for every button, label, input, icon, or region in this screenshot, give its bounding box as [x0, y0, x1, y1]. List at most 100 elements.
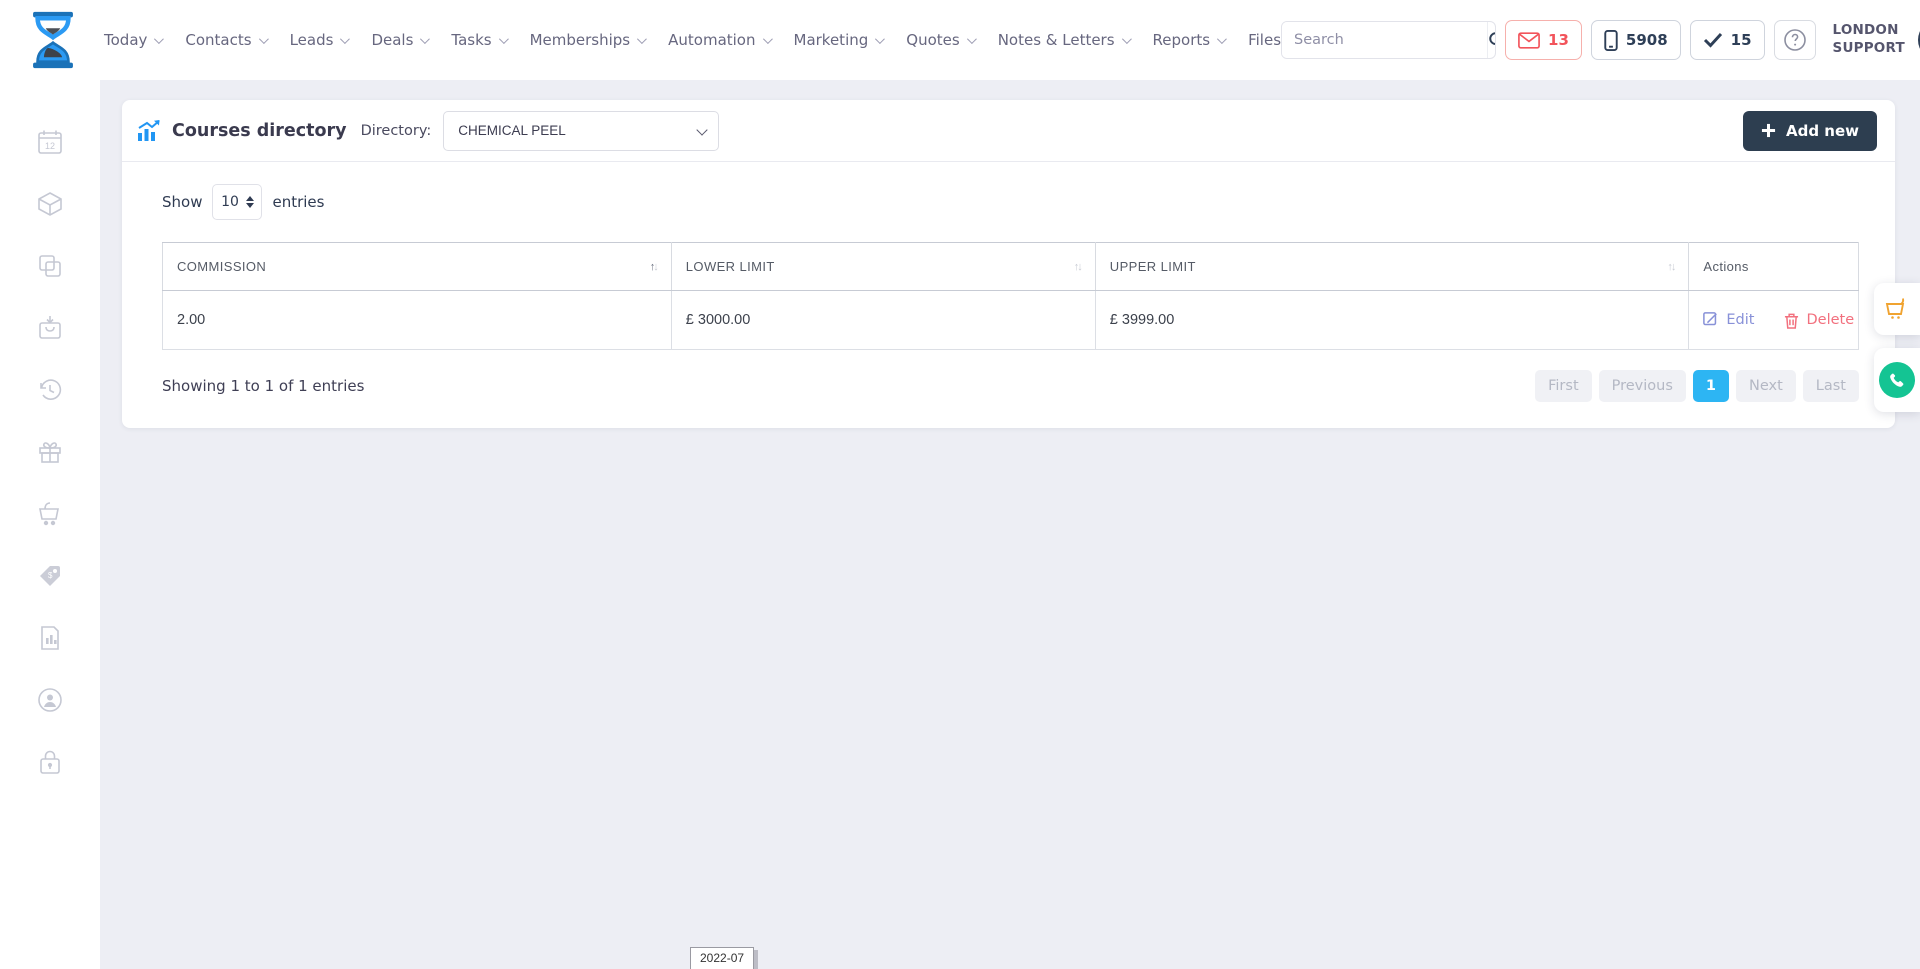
sidebar-item-duplicates[interactable] — [36, 252, 64, 280]
nav-deals[interactable]: Deals — [371, 31, 427, 49]
search-icon[interactable] — [1487, 22, 1496, 58]
column-header-actions: Actions — [1689, 243, 1859, 291]
chevron-down-icon — [420, 34, 430, 44]
sort-icon: ↑↓ — [1667, 261, 1674, 273]
entries-summary: Showing 1 to 1 of 1 entries — [162, 377, 364, 395]
nav-notes-letters[interactable]: Notes & Letters — [998, 31, 1129, 49]
top-navbar: Today Contacts Leads Deals Tasks Members… — [0, 0, 1920, 80]
chevron-down-icon — [637, 34, 647, 44]
history-icon — [37, 377, 63, 403]
chevron-down-icon — [1122, 34, 1132, 44]
pagination-last[interactable]: Last — [1803, 370, 1859, 402]
nav-today[interactable]: Today — [104, 31, 161, 49]
sidebar-item-pricing[interactable]: $ — [36, 562, 64, 590]
card-header: Courses directory Directory: CHEMICAL PE… — [122, 100, 1895, 162]
main-nav: Today Contacts Leads Deals Tasks Members… — [104, 31, 1281, 49]
sidebar-item-account[interactable] — [36, 686, 64, 714]
search-input[interactable] — [1282, 22, 1487, 58]
tasks-badge[interactable]: 15 — [1690, 20, 1765, 60]
entries-label: entries — [272, 193, 324, 211]
whatsapp-phone-icon — [1879, 362, 1915, 398]
upper-limit-cell: £ 3999.00 — [1095, 291, 1689, 350]
chevron-down-icon — [762, 34, 772, 44]
pagination: First Previous 1 Next Last — [1535, 370, 1859, 402]
account-icon — [37, 687, 63, 713]
pagination-next[interactable]: Next — [1736, 370, 1796, 402]
tasks-count: 15 — [1731, 31, 1752, 49]
nav-files[interactable]: Files — [1248, 31, 1281, 49]
commission-cell: 2.00 — [163, 291, 672, 350]
sidebar-item-history[interactable] — [36, 376, 64, 404]
shopping-bag-icon — [37, 315, 63, 341]
sidebar-item-calendar[interactable]: 12 — [36, 128, 64, 156]
search-box — [1281, 21, 1496, 59]
add-new-button[interactable]: Add new — [1743, 111, 1877, 151]
actions-cell: Edit Delete — [1689, 291, 1859, 350]
column-header-upper-limit[interactable]: UPPER LIMIT ↑↓ — [1095, 243, 1689, 291]
sort-icon: ↑↓ — [1074, 261, 1081, 273]
main-content: Courses directory Directory: CHEMICAL PE… — [100, 80, 1920, 969]
chart-growth-icon — [136, 119, 162, 143]
sidebar-item-gift-vouchers[interactable] — [36, 438, 64, 466]
sidebar-item-products[interactable] — [36, 190, 64, 218]
directory-select[interactable]: CHEMICAL PEEL — [443, 111, 719, 151]
nav-quotes[interactable]: Quotes — [906, 31, 973, 49]
chevron-down-icon — [154, 34, 164, 44]
directory-label: Directory: — [361, 123, 432, 139]
question-circle-icon — [1783, 28, 1807, 52]
courses-directory-card: Courses directory Directory: CHEMICAL PE… — [122, 100, 1895, 428]
phone-widget-button[interactable] — [1874, 348, 1920, 412]
calls-badge[interactable]: 5908 — [1591, 20, 1681, 60]
cart-widget-button[interactable] — [1874, 283, 1920, 335]
show-label: Show — [162, 193, 202, 211]
messages-badge[interactable]: 13 — [1505, 20, 1582, 60]
edit-icon — [1703, 312, 1719, 328]
nav-tasks[interactable]: Tasks — [451, 31, 505, 49]
cart-icon — [37, 501, 63, 527]
table-row: 2.00 £ 3000.00 £ 3999.00 Edit — [163, 291, 1859, 350]
calendar-icon: 12 — [37, 129, 63, 155]
delete-button[interactable]: Delete — [1784, 312, 1854, 329]
nav-leads[interactable]: Leads — [290, 31, 348, 49]
page-size-select[interactable]: 10 — [212, 184, 262, 220]
page-size-row: Show 10 entries — [162, 184, 1859, 220]
updown-arrows-icon — [246, 196, 254, 208]
date-tooltip: 2022-07 — [690, 947, 754, 969]
pagination-page-1[interactable]: 1 — [1693, 370, 1729, 402]
lock-icon — [37, 749, 63, 775]
nav-automation[interactable]: Automation — [668, 31, 769, 49]
pagination-previous[interactable]: Previous — [1599, 370, 1686, 402]
sidebar-item-purchases[interactable] — [36, 500, 64, 528]
chevron-down-icon — [259, 34, 269, 44]
page-title: Courses directory — [172, 121, 347, 141]
sidebar-item-reports[interactable] — [36, 624, 64, 652]
left-sidebar: 12 — [0, 80, 100, 969]
lower-limit-cell: £ 3000.00 — [671, 291, 1095, 350]
card-body: Show 10 entries COMMISSION ↑↓ — [122, 162, 1895, 428]
trash-icon — [1784, 312, 1799, 329]
report-icon — [37, 625, 63, 651]
sidebar-item-security[interactable] — [36, 748, 64, 776]
header-right-zone: 13 5908 15 LONDON SUPPORT — [1281, 19, 1920, 61]
sidebar-item-orders[interactable] — [36, 314, 64, 342]
mobile-phone-icon — [1604, 30, 1618, 51]
cube-icon — [37, 191, 63, 217]
chevron-down-icon — [967, 34, 977, 44]
edit-button[interactable]: Edit — [1703, 312, 1754, 328]
commission-table: COMMISSION ↑↓ LOWER LIMIT ↑↓ UPPER LIMIT… — [162, 242, 1859, 350]
table-header-row: COMMISSION ↑↓ LOWER LIMIT ↑↓ UPPER LIMIT… — [163, 243, 1859, 291]
help-button[interactable] — [1774, 20, 1816, 60]
column-header-lower-limit[interactable]: LOWER LIMIT ↑↓ — [671, 243, 1095, 291]
column-header-commission[interactable]: COMMISSION ↑↓ — [163, 243, 672, 291]
app-logo hourglass-logo-icon[interactable] — [24, 8, 82, 72]
pagination-first[interactable]: First — [1535, 370, 1592, 402]
gift-icon — [37, 439, 63, 465]
nav-memberships[interactable]: Memberships — [530, 31, 645, 49]
nav-contacts[interactable]: Contacts — [185, 31, 265, 49]
chevron-down-icon — [340, 34, 350, 44]
nav-marketing[interactable]: Marketing — [794, 31, 883, 49]
user-name: LONDON SUPPORT — [1833, 22, 1905, 57]
plus-icon — [1761, 123, 1776, 138]
price-tag-icon: $ — [37, 563, 63, 589]
nav-reports[interactable]: Reports — [1153, 31, 1225, 49]
